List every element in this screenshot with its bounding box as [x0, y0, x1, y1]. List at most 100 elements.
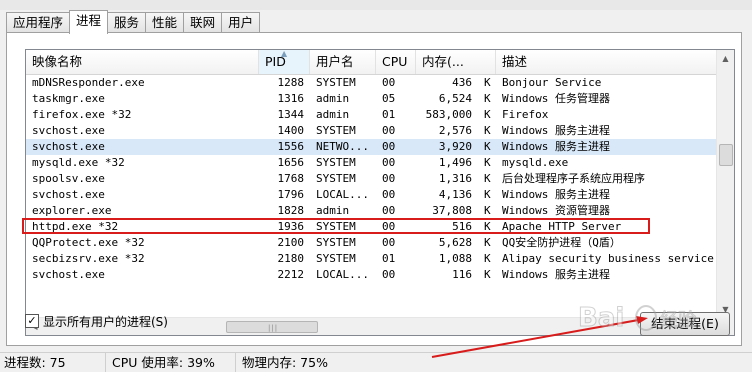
cell-description: Windows 服务主进程 — [502, 188, 610, 201]
table-row[interactable]: mDNSResponder.exe 1288 SYSTEM 00 436 K Bonjour… — [26, 75, 716, 91]
cell-cpu: 00 — [382, 268, 396, 281]
cell-memory: 116 — [452, 268, 472, 281]
cell-pid: 1288 — [277, 76, 305, 89]
cell-memory-unit: K — [484, 92, 491, 105]
show-all-users-label: 显示所有用户的进程(S) — [43, 314, 168, 329]
cell-user-name: LOCAL... — [316, 268, 369, 281]
column-image-name[interactable]: 映像名称 — [26, 50, 259, 74]
table-row[interactable]: svchost.exe 1556 NETWO... 00 3,920 K Windows 服… — [26, 139, 716, 155]
process-list[interactable]: 映像名称 ▲ PID 用户名 CPU 内存(... 描述 mDNSRespond… — [25, 49, 735, 336]
status-cpu-usage: CPU 使用率: 39% — [106, 353, 236, 372]
cell-memory-unit: K — [484, 220, 491, 233]
cell-memory: 1,496 — [438, 156, 472, 169]
column-user-name[interactable]: 用户名 — [310, 50, 376, 74]
cell-image-name: explorer.exe — [32, 204, 112, 217]
cell-memory-unit: K — [484, 140, 491, 153]
grip-icon: ||| — [268, 324, 279, 332]
cell-cpu: 00 — [382, 236, 396, 249]
tab-strip: 应用程序 进程 服务 性能 联网 用户 — [6, 10, 261, 34]
status-bar: 进程数: 75 CPU 使用率: 39% 物理内存: 75% — [0, 352, 752, 372]
table-row[interactable]: firefox.exe *32 1344 admin 01 583,000 K Firefo… — [26, 107, 716, 123]
table-row[interactable]: secbizsrv.exe *32 2180 SYSTEM 01 1,088 K Alipa… — [26, 251, 716, 267]
cell-description: Alipay security business service — [502, 252, 714, 265]
show-all-users-checkbox[interactable]: ✓ — [25, 314, 39, 328]
column-memory[interactable]: 内存(... — [416, 50, 496, 74]
cell-user-name: admin — [316, 204, 350, 217]
cell-memory: 436 — [452, 76, 472, 89]
cell-cpu: 00 — [382, 204, 396, 217]
cell-memory: 5,628 — [438, 236, 472, 249]
cell-memory-unit: K — [484, 188, 491, 201]
cell-memory: 2,576 — [438, 124, 472, 137]
table-row[interactable]: spoolsv.exe 1768 SYSTEM 00 1,316 K 后台处理程序子系统应用… — [26, 171, 716, 187]
tab-services[interactable]: 服务 — [107, 12, 147, 33]
table-row[interactable]: explorer.exe 1828 admin 00 37,808 K Windows 资源… — [26, 203, 716, 219]
cell-user-name: admin — [316, 92, 350, 105]
cell-image-name: spoolsv.exe — [32, 172, 105, 185]
cell-cpu: 01 — [382, 108, 396, 121]
tab-users[interactable]: 用户 — [221, 12, 261, 33]
cell-memory: 6,524 — [438, 92, 472, 105]
cell-description: Bonjour Service — [502, 76, 602, 89]
cell-memory: 3,920 — [438, 140, 472, 153]
cell-user-name: SYSTEM — [316, 236, 356, 249]
cell-description: 后台处理程序子系统应用程序 — [502, 172, 645, 185]
cell-cpu: 00 — [382, 156, 396, 169]
cell-cpu: 00 — [382, 124, 396, 137]
table-row[interactable]: QQProtect.exe *32 2100 SYSTEM 00 5,628 K QQ安全防… — [26, 235, 716, 251]
cell-description: QQ安全防护进程（Q盾） — [502, 236, 621, 249]
cell-image-name: mDNSResponder.exe — [32, 76, 145, 89]
window-top-edge — [0, 0, 752, 10]
tab-applications[interactable]: 应用程序 — [6, 12, 71, 33]
cell-memory: 583,000 — [425, 108, 472, 121]
cell-pid: 1768 — [277, 172, 305, 185]
status-physical-memory: 物理内存: 75% — [242, 355, 328, 370]
status-process-count: 进程数: 75 — [0, 353, 106, 372]
table-row[interactable]: httpd.exe *32 1936 SYSTEM 00 516 K Apache HTTP… — [26, 219, 716, 235]
cell-image-name: svchost.exe — [32, 268, 105, 281]
cell-pid: 2100 — [277, 236, 305, 249]
cell-description: Windows 服务主进程 — [502, 140, 610, 153]
column-cpu[interactable]: CPU — [376, 50, 416, 74]
table-row[interactable]: svchost.exe 1400 SYSTEM 00 2,576 K Windows 服务主… — [26, 123, 716, 139]
end-process-button[interactable]: 结束进程(E) — [640, 312, 730, 336]
cell-pid: 1316 — [277, 92, 305, 105]
processes-panel: 映像名称 ▲ PID 用户名 CPU 内存(... 描述 mDNSRespond… — [6, 32, 742, 346]
process-rows: mDNSResponder.exe 1288 SYSTEM 00 436 K Bonjour… — [26, 75, 716, 283]
cell-description: mysqld.exe — [502, 156, 569, 169]
cell-user-name: SYSTEM — [316, 252, 356, 265]
scroll-up-icon[interactable]: ▲ — [717, 50, 734, 67]
cell-cpu: 00 — [382, 172, 396, 185]
cell-memory: 1,316 — [438, 172, 472, 185]
cell-image-name: svchost.exe — [32, 140, 105, 153]
tab-performance[interactable]: 性能 — [145, 12, 185, 33]
cell-user-name: SYSTEM — [316, 156, 356, 169]
cell-user-name: SYSTEM — [316, 172, 356, 185]
cell-memory: 37,808 — [432, 204, 472, 217]
cell-pid: 1400 — [277, 124, 305, 137]
horizontal-scroll-thumb[interactable]: ||| — [226, 321, 318, 333]
cell-memory-unit: K — [484, 268, 491, 281]
cell-description: Windows 服务主进程 — [502, 124, 610, 137]
cell-memory-unit: K — [484, 172, 491, 185]
checkmark-icon: ✓ — [27, 314, 37, 327]
cell-description: Windows 资源管理器 — [502, 204, 610, 217]
table-row[interactable]: svchost.exe 1796 LOCAL... 00 4,136 K Windows 服… — [26, 187, 716, 203]
table-row[interactable]: mysqld.exe *32 1656 SYSTEM 00 1,496 Kmysqld.e… — [26, 155, 716, 171]
table-row[interactable]: taskmgr.exe 1316 admin 05 6,524 K Windows 任务管理… — [26, 91, 716, 107]
cell-cpu: 05 — [382, 92, 396, 105]
cell-memory: 1,088 — [438, 252, 472, 265]
column-pid[interactable]: ▲ PID — [259, 50, 310, 74]
tab-processes[interactable]: 进程 — [69, 10, 109, 34]
cell-user-name: admin — [316, 108, 350, 121]
table-row[interactable]: svchost.exe 2212 LOCAL... 00 116 K Windows 服务主… — [26, 267, 716, 283]
cell-memory-unit: K — [484, 252, 491, 265]
tab-networking[interactable]: 联网 — [183, 12, 223, 33]
column-description[interactable]: 描述 — [496, 50, 716, 74]
cell-user-name: LOCAL... — [316, 188, 369, 201]
vertical-scroll-thumb[interactable] — [719, 144, 733, 166]
show-all-users-option[interactable]: ✓ 显示所有用户的进程(S) — [25, 313, 168, 329]
cell-image-name: secbizsrv.exe *32 — [32, 252, 145, 265]
vertical-scrollbar[interactable]: ▲ ▼ — [716, 50, 734, 318]
cell-cpu: 01 — [382, 252, 396, 265]
